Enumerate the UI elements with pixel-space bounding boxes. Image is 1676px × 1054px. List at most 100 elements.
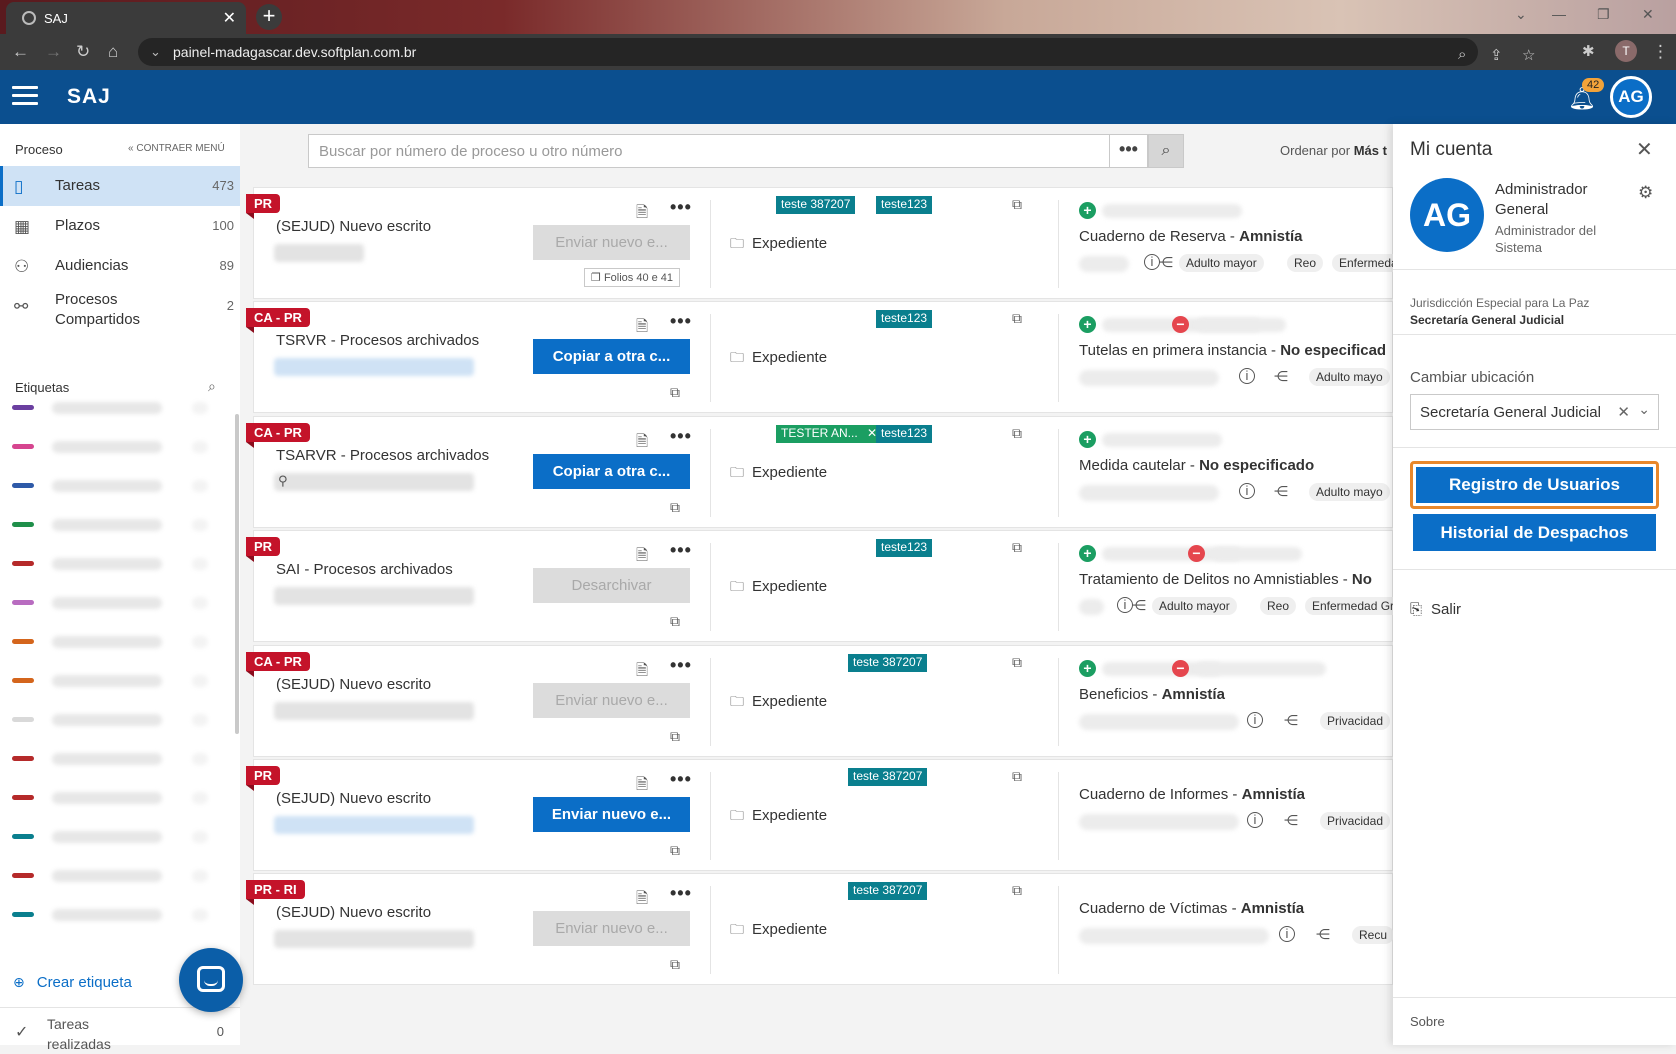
chevron-down-icon[interactable]: ⌄ xyxy=(1638,401,1650,418)
connections-icon[interactable]: ⋲ xyxy=(1274,368,1288,385)
add-document-icon[interactable]: ⧉ xyxy=(670,956,680,973)
zoom-icon[interactable]: ⌕ xyxy=(1458,46,1466,63)
add-tag-icon[interactable]: ⧉ xyxy=(1012,768,1022,785)
bookmark-star-icon[interactable]: ☆ xyxy=(1522,46,1535,64)
connections-icon[interactable]: ⋲ xyxy=(1274,483,1288,500)
url-field[interactable]: ⌄ painel-madagascar.dev.softplan.com.br … xyxy=(138,38,1535,66)
task-action-button[interactable]: Copiar a otra c... xyxy=(533,339,690,374)
chevron-down-icon[interactable]: ⌄ xyxy=(1515,6,1527,23)
expediente-link[interactable]: 🗀︎ Expediente xyxy=(730,691,827,715)
tag-item[interactable] xyxy=(12,749,227,769)
home-icon[interactable]: ⌂ xyxy=(108,42,118,62)
add-document-icon[interactable]: ⧉ xyxy=(670,384,680,401)
add-tag-icon[interactable]: ⧉ xyxy=(1012,882,1022,899)
add-tag-icon[interactable]: ⧉ xyxy=(1012,425,1022,442)
add-party-icon[interactable]: + xyxy=(1079,431,1096,448)
new-tab-button[interactable]: + xyxy=(256,4,282,30)
chat-launcher-button[interactable] xyxy=(179,948,243,1012)
process-tag[interactable]: TESTER AN... ✕ xyxy=(776,425,883,443)
process-tag[interactable]: teste123 xyxy=(876,425,933,443)
folios-badge[interactable]: ❐ Folios 40 e 41 xyxy=(584,268,681,287)
add-party-icon[interactable]: + xyxy=(1079,545,1096,562)
add-tag-icon[interactable]: ⧉ xyxy=(1012,654,1022,671)
extensions-icon[interactable]: ✱ xyxy=(1582,42,1595,60)
info-icon[interactable]: i xyxy=(1247,712,1263,728)
expediente-link[interactable]: 🗀︎ Expediente xyxy=(730,919,827,943)
register-users-button[interactable]: Registro de Usuarios xyxy=(1410,461,1659,509)
process-tag[interactable]: teste123 xyxy=(876,196,933,214)
info-icon[interactable]: i xyxy=(1239,368,1255,384)
sidebar-item-plazos[interactable]: ▦ Plazos 100 xyxy=(0,206,240,246)
sidebar-scrollbar[interactable] xyxy=(235,414,239,734)
expediente-link[interactable]: 🗀︎ Expediente xyxy=(730,233,827,257)
share-page-icon[interactable]: ⇪ xyxy=(1490,46,1503,64)
add-party-icon[interactable]: + xyxy=(1079,202,1096,219)
info-icon[interactable]: i xyxy=(1117,597,1133,613)
tag-item[interactable] xyxy=(12,788,227,808)
add-document-icon[interactable]: ⧉ xyxy=(670,728,680,745)
sidebar-item-audiencias[interactable]: ⚇ Audiencias 89 xyxy=(0,246,240,286)
tag-item[interactable] xyxy=(12,398,227,418)
task-card[interactable]: PR SAI - Procesos archivados 🗎︎ ••• Desarchi… xyxy=(246,530,1421,642)
process-tag[interactable]: teste 387207 xyxy=(848,768,928,786)
about-link[interactable]: Sobre xyxy=(1410,1014,1445,1029)
add-document-icon[interactable]: ⧉ xyxy=(670,499,680,516)
search-icon[interactable]: ⌕ xyxy=(208,378,216,395)
tag-item[interactable] xyxy=(12,827,227,847)
tag-item[interactable] xyxy=(12,632,227,652)
info-icon[interactable]: i xyxy=(1239,483,1255,499)
connections-icon[interactable]: ⋲ xyxy=(1132,597,1146,614)
remove-party-icon[interactable]: − xyxy=(1172,660,1189,677)
site-info-icon[interactable]: ⌄ xyxy=(150,44,161,60)
browser-menu-icon[interactable]: ⋮ xyxy=(1652,42,1669,62)
task-card[interactable]: PR - RI (SEJUD) Nuevo escrito 🗎︎ ••• Enviar … xyxy=(246,873,1395,985)
task-card[interactable]: PR (SEJUD) Nuevo escrito 🗎︎ ••• Enviar nuevo… xyxy=(246,759,1393,871)
clear-icon[interactable]: ✕ xyxy=(1617,403,1630,421)
add-document-icon[interactable]: ⧉ xyxy=(670,842,680,859)
more-options-icon[interactable]: ••• xyxy=(670,426,692,447)
close-tab-icon[interactable]: ✕ xyxy=(223,8,236,28)
document-icon[interactable]: 🗎︎ xyxy=(636,545,648,570)
more-options-icon[interactable]: ••• xyxy=(670,883,692,904)
connections-icon[interactable]: ⋲ xyxy=(1284,712,1298,729)
tag-item[interactable] xyxy=(12,671,227,691)
task-action-button[interactable]: Desarchivar xyxy=(533,568,690,603)
tag-item[interactable] xyxy=(12,515,227,535)
task-action-button[interactable]: Enviar nuevo e... xyxy=(533,911,690,946)
process-tag[interactable]: teste123 xyxy=(876,539,933,557)
search-input[interactable]: Buscar por número de proceso u otro núme… xyxy=(308,134,1110,168)
add-party-icon[interactable]: + xyxy=(1079,660,1096,677)
document-icon[interactable]: 🗎︎ xyxy=(636,774,648,799)
close-window-icon[interactable]: ✕ xyxy=(1642,6,1654,23)
add-tag-icon[interactable]: ⧉ xyxy=(1012,539,1022,556)
remove-party-icon[interactable]: − xyxy=(1172,316,1189,333)
task-card[interactable]: PR (SEJUD) Nuevo escrito 🗎︎ ••• Enviar nuevo… xyxy=(246,187,1412,299)
document-icon[interactable]: 🗎︎ xyxy=(636,431,648,456)
task-action-button[interactable]: Enviar nuevo e... xyxy=(533,797,690,832)
sidebar-item-tareas[interactable]: ▯ Tareas 473 xyxy=(0,166,240,206)
document-icon[interactable]: 🗎︎ xyxy=(636,202,648,227)
hamburger-menu-icon[interactable] xyxy=(12,86,38,106)
expediente-link[interactable]: 🗀︎ Expediente xyxy=(730,805,827,829)
add-document-icon[interactable]: ⧉ xyxy=(670,613,680,630)
connections-icon[interactable]: ⋲ xyxy=(1159,254,1173,271)
more-options-icon[interactable]: ••• xyxy=(670,197,692,218)
tag-item[interactable] xyxy=(12,476,227,496)
task-card[interactable]: CA - PR TSRVR - Procesos archivados 🗎︎ ••• C… xyxy=(246,301,1393,413)
forward-icon[interactable]: → xyxy=(45,42,62,62)
add-tag-icon[interactable]: ⧉ xyxy=(1012,196,1022,213)
collapse-menu-button[interactable]: « CONTRAER MENÚ xyxy=(128,143,225,154)
info-icon[interactable]: i xyxy=(1279,926,1295,942)
tag-item[interactable] xyxy=(12,710,227,730)
tag-item[interactable] xyxy=(12,437,227,457)
task-action-button[interactable]: Enviar nuevo e... xyxy=(533,683,690,718)
task-card[interactable]: CA - PR (SEJUD) Nuevo escrito 🗎︎ ••• Enviar … xyxy=(246,645,1393,757)
info-icon[interactable]: i xyxy=(1247,812,1263,828)
connections-icon[interactable]: ⋲ xyxy=(1284,812,1298,829)
process-tag[interactable]: teste123 xyxy=(876,310,933,328)
logout-button[interactable]: ⎘ Salir xyxy=(1410,601,1461,618)
back-icon[interactable]: ← xyxy=(12,42,29,62)
info-icon[interactable]: i xyxy=(1144,254,1160,270)
user-avatar-button[interactable]: AG xyxy=(1610,76,1652,118)
tag-item[interactable] xyxy=(12,593,227,613)
